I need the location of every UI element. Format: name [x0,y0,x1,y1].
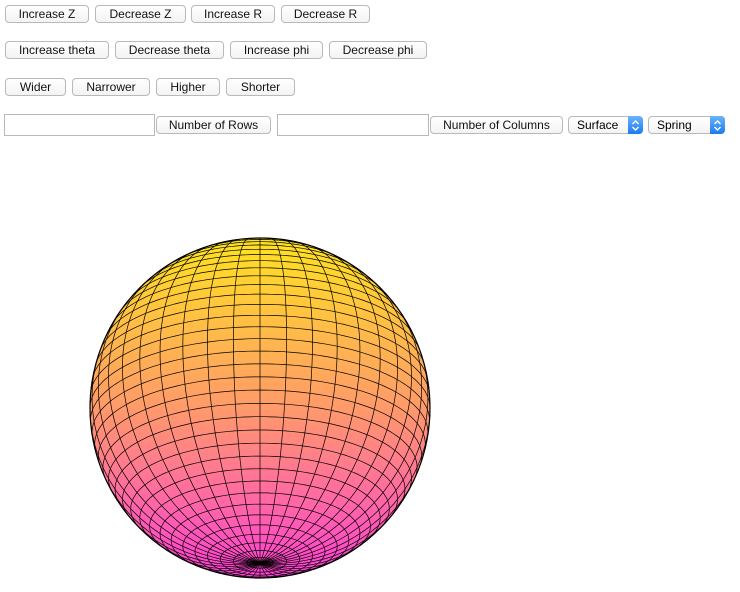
sphere-surface-plot[interactable] [0,0,740,592]
